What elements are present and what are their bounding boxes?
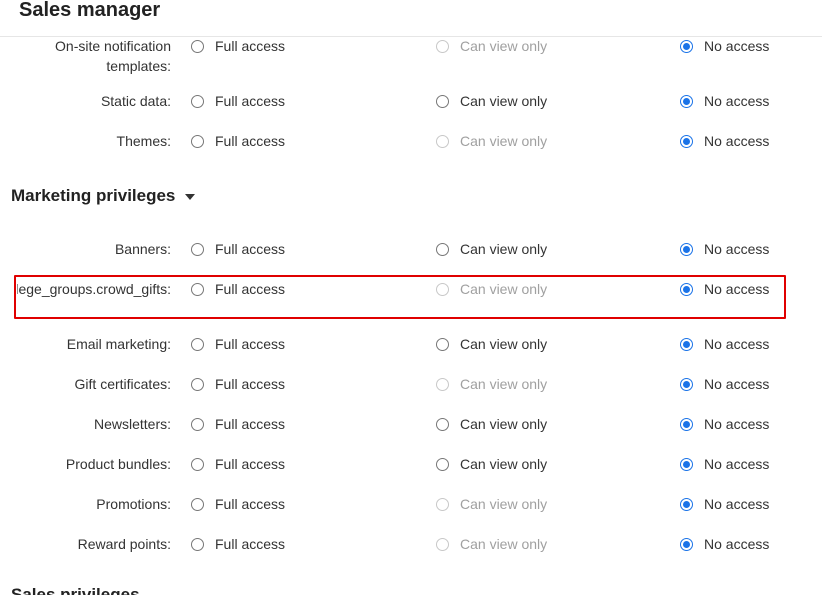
can-view-only-radio[interactable] — [436, 95, 449, 108]
can-view-only-radio — [436, 538, 449, 551]
full-access-radio[interactable] — [191, 458, 204, 471]
no-access-radio[interactable] — [680, 243, 693, 256]
caret-down-icon — [185, 193, 196, 200]
can-view-only-radio — [436, 498, 449, 511]
full-access-radio[interactable] — [191, 538, 204, 551]
privilege-label: Gift certificates: — [74, 376, 171, 392]
no-access-radio[interactable] — [680, 338, 693, 351]
can-view-only-radio[interactable] — [436, 243, 449, 256]
can-view-only-radio[interactable] — [436, 418, 449, 431]
no-access-radio[interactable] — [680, 498, 693, 511]
full-access-radio[interactable] — [191, 40, 204, 53]
full-access-radio[interactable] — [191, 378, 204, 391]
no-access-radio[interactable] — [680, 458, 693, 471]
no-access-radio[interactable] — [680, 418, 693, 431]
full-access-radio[interactable] — [191, 338, 204, 351]
section-toggle-marketing[interactable]: Marketing privileges — [11, 186, 196, 206]
privilege-label: Product bundles: — [65, 456, 171, 472]
no-access-radio[interactable] — [680, 538, 693, 551]
full-access-radio[interactable] — [191, 418, 204, 431]
full-access-radio[interactable] — [191, 95, 204, 108]
can-view-only-radio — [436, 378, 449, 391]
page-title: Sales manager — [19, 0, 161, 21]
page-header: Sales manager — [0, 0, 822, 37]
no-access-radio[interactable] — [680, 95, 693, 108]
full-access-radio[interactable] — [191, 498, 204, 511]
section-toggle-sales[interactable]: Sales privileges — [11, 585, 140, 595]
full-access-radio[interactable] — [191, 243, 204, 256]
privilege-label: Promotions: — [96, 496, 171, 512]
no-access-radio[interactable] — [680, 135, 693, 148]
privilege-label: On-site notification templates: — [55, 38, 171, 74]
privilege-label: Themes: — [116, 133, 171, 149]
privilege-label: Newsletters: — [93, 416, 171, 432]
privileges-page: Sales manager On-site notification templ… — [0, 0, 822, 595]
can-view-only-radio — [436, 135, 449, 148]
no-access-radio[interactable] — [680, 40, 693, 53]
can-view-only-radio — [436, 40, 449, 53]
can-view-only-radio[interactable] — [436, 338, 449, 351]
full-access-radio[interactable] — [191, 135, 204, 148]
privilege-label: Email marketing: — [66, 336, 171, 352]
can-view-only-radio[interactable] — [436, 458, 449, 471]
privilege-label: Reward points: — [77, 536, 171, 552]
privilege-label: Banners: — [114, 241, 171, 257]
no-access-radio[interactable] — [680, 378, 693, 391]
privilege-label: Static data: — [100, 93, 171, 109]
section-title: Marketing privileges — [11, 186, 176, 205]
highlight-box — [14, 275, 786, 319]
